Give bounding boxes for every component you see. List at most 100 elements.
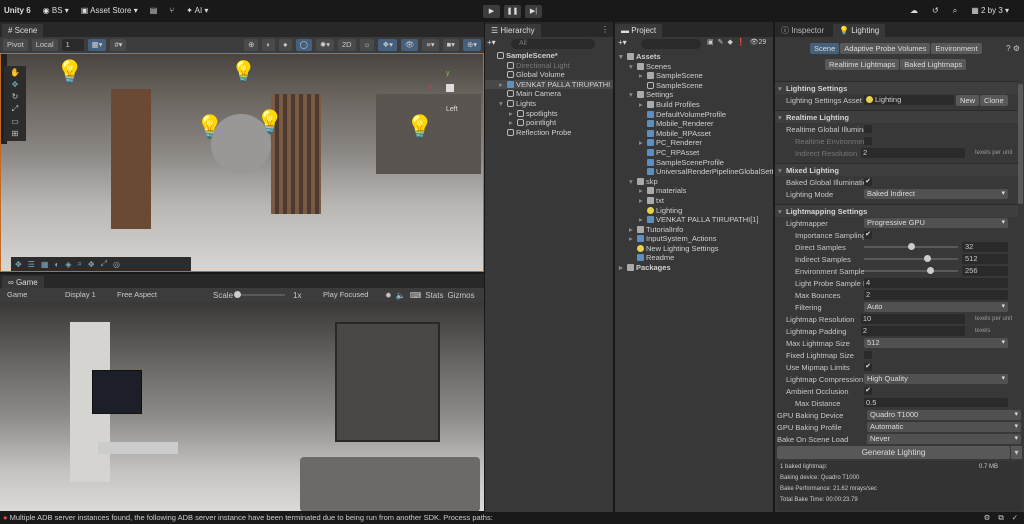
dropdown[interactable]: High Quality	[864, 374, 1008, 384]
orientation-gizmo[interactable]: y z Left	[426, 64, 476, 124]
wireframe-icon[interactable]: ⊕	[244, 39, 259, 51]
section-header[interactable]: Lighting Settings	[775, 81, 1018, 95]
check-icon[interactable]: ✓	[1012, 512, 1018, 524]
clone-button[interactable]: Clone	[980, 94, 1008, 106]
tag-icon[interactable]: ◆	[728, 38, 733, 46]
tree-item[interactable]: ▾ Scenes	[615, 62, 773, 72]
tree-item[interactable]: ▸ Build Profiles	[615, 100, 773, 110]
keyboard-icon[interactable]: ⌨	[410, 291, 422, 300]
dropdown[interactable]: Progressive GPU	[864, 218, 1008, 228]
tree-item[interactable]: Global Volume	[485, 70, 613, 80]
search-icon[interactable]: ⌕	[77, 259, 81, 269]
rotate-tool-icon[interactable]: ↻	[12, 92, 19, 101]
number-field[interactable]: 512	[962, 254, 1008, 264]
tree-item[interactable]: New Lighting Settings	[615, 244, 773, 254]
filter-type-icon[interactable]: ▣	[707, 38, 714, 46]
snap-icon[interactable]: ◈	[65, 260, 71, 269]
play-mode-dropdown[interactable]: Play Focused	[319, 289, 381, 301]
number-field[interactable]: 10	[860, 314, 965, 324]
tree-item[interactable]: Reflection Probe	[485, 128, 613, 138]
scale-slider[interactable]	[234, 291, 286, 298]
tree-item[interactable]: DefaultVolumeProfile	[615, 110, 773, 120]
number-field[interactable]: 2	[864, 290, 1008, 300]
tree-item[interactable]: ▾ skp	[615, 177, 773, 187]
tree-item[interactable]: ▸ VENKAT PALLA TIRUPATHI[1]	[615, 215, 773, 225]
hierarchy-search-input[interactable]: All	[511, 39, 595, 49]
expand-arrow-icon[interactable]: ▸	[509, 109, 517, 119]
dropdown[interactable]: Quadro T1000	[867, 410, 1021, 420]
expand-arrow-icon[interactable]: ▸	[639, 196, 647, 206]
pivot-icon[interactable]: ✥	[88, 260, 95, 269]
display-dropdown[interactable]: Display 1	[61, 289, 109, 301]
expand-arrow-icon[interactable]: ▸	[639, 138, 647, 148]
checkbox[interactable]	[864, 125, 872, 133]
bake-status-icon[interactable]: ⚙	[984, 512, 991, 524]
tree-item[interactable]: ▸ InputSystem_Actions	[615, 234, 773, 244]
ai-dropdown[interactable]: ✦ AI ▾	[186, 6, 208, 15]
tree-item[interactable]: ▸ SampleScene	[615, 71, 773, 81]
expand-arrow-icon[interactable]: ▾	[619, 52, 627, 62]
tree-item[interactable]: ▸ pointlight	[485, 118, 613, 128]
checkbox[interactable]	[864, 137, 872, 145]
gizmos-button[interactable]: Gizmos	[447, 291, 474, 300]
stats-button[interactable]: Stats	[425, 291, 443, 300]
network-icon[interactable]: ⧉	[998, 512, 1003, 524]
audio-icon[interactable]: 🔈	[396, 291, 406, 300]
number-field[interactable]: 2	[860, 148, 965, 158]
expand-arrow-icon[interactable]: ▾	[629, 90, 637, 100]
expand-arrow-icon[interactable]: ▸	[509, 118, 517, 128]
rotate-icon[interactable]: ◐	[54, 260, 59, 269]
layout-dropdown[interactable]: ▦ 2 by 3 ▾	[971, 6, 1009, 16]
tab-hierarchy[interactable]: ☰ Hierarchy	[485, 24, 541, 37]
dropdown[interactable]: Automatic	[867, 422, 1021, 432]
subtab-adaptive-probe-volumes[interactable]: Adaptive Probe Volumes	[840, 43, 931, 54]
tab-inspector[interactable]: ⓘ Inspector	[775, 24, 831, 37]
slider[interactable]	[864, 267, 958, 274]
grid-snap-button[interactable]: ▦▾	[87, 39, 107, 51]
increment-snap-button[interactable]: #▾	[110, 39, 127, 51]
tree-item[interactable]: Mobile_RPAsset	[615, 129, 773, 139]
checkbox[interactable]: ✔	[864, 363, 872, 371]
lighting-toggle-icon[interactable]: ☼	[359, 39, 375, 51]
tree-item[interactable]: SampleSceneProfile	[615, 158, 773, 168]
account-dropdown[interactable]: ◉ BS ▾	[43, 6, 69, 15]
grid-icon[interactable]: ▦	[41, 260, 49, 269]
asset-field[interactable]: Lighting	[864, 95, 954, 105]
light-gizmo-icon[interactable]: 💡	[56, 59, 83, 85]
generate-lighting-button[interactable]: Generate Lighting	[777, 446, 1010, 459]
tree-item[interactable]: ▸ TutorialInfo	[615, 225, 773, 235]
section-header[interactable]: Lightmapping Settings	[775, 204, 1018, 218]
status-bar[interactable]: ● Multiple ADB server instances found, t…	[0, 512, 1024, 524]
scale-tool-icon[interactable]: ⤢	[12, 104, 18, 114]
tree-item[interactable]: ▾ Settings	[615, 90, 773, 100]
tree-item[interactable]: ▾ Lights	[485, 99, 613, 109]
checkbox[interactable]: ✔	[864, 178, 872, 186]
console-message[interactable]: Multiple ADB server instances found, the…	[10, 513, 493, 522]
add-dropdown[interactable]: +▾	[487, 38, 496, 47]
slider[interactable]	[864, 255, 958, 262]
checkbox[interactable]: ✔	[864, 387, 872, 395]
grid-size-field[interactable]: 1	[61, 39, 84, 51]
subtab-realtime-lightmaps[interactable]: Realtime Lightmaps	[825, 59, 900, 70]
move-icon[interactable]: ✥	[15, 260, 22, 269]
tree-item[interactable]: Directional Light	[485, 61, 613, 71]
tree-item[interactable]: ▸ txt	[615, 196, 773, 206]
subtab-environment[interactable]: Environment	[931, 43, 982, 54]
light-gizmo-icon[interactable]: 💡	[196, 114, 223, 140]
shaded-wire-icon[interactable]: ◐	[262, 39, 275, 51]
version-control-icon[interactable]: ⑂	[169, 6, 174, 15]
scrollbar[interactable]	[1018, 84, 1023, 204]
effects-dropdown[interactable]: ❖▾	[378, 39, 397, 51]
package-icon[interactable]: ▤	[150, 6, 158, 15]
expand-arrow-icon[interactable]: ▾	[499, 99, 507, 109]
debug-draw-icon[interactable]: ✹▾	[315, 39, 334, 51]
align-icon[interactable]: ☰	[28, 260, 35, 269]
expand-arrow-icon[interactable]: ▸	[629, 225, 637, 235]
game-viewport[interactable]	[0, 302, 484, 511]
expand-arrow-icon[interactable]: ▾	[629, 62, 637, 72]
tree-item[interactable]: ▸ spotlights	[485, 109, 613, 119]
project-search-input[interactable]	[641, 39, 701, 49]
number-field[interactable]: 4	[864, 278, 1008, 288]
light-gizmo-icon[interactable]: 💡	[256, 109, 283, 135]
hidden-count[interactable]: 👁29	[750, 38, 767, 46]
